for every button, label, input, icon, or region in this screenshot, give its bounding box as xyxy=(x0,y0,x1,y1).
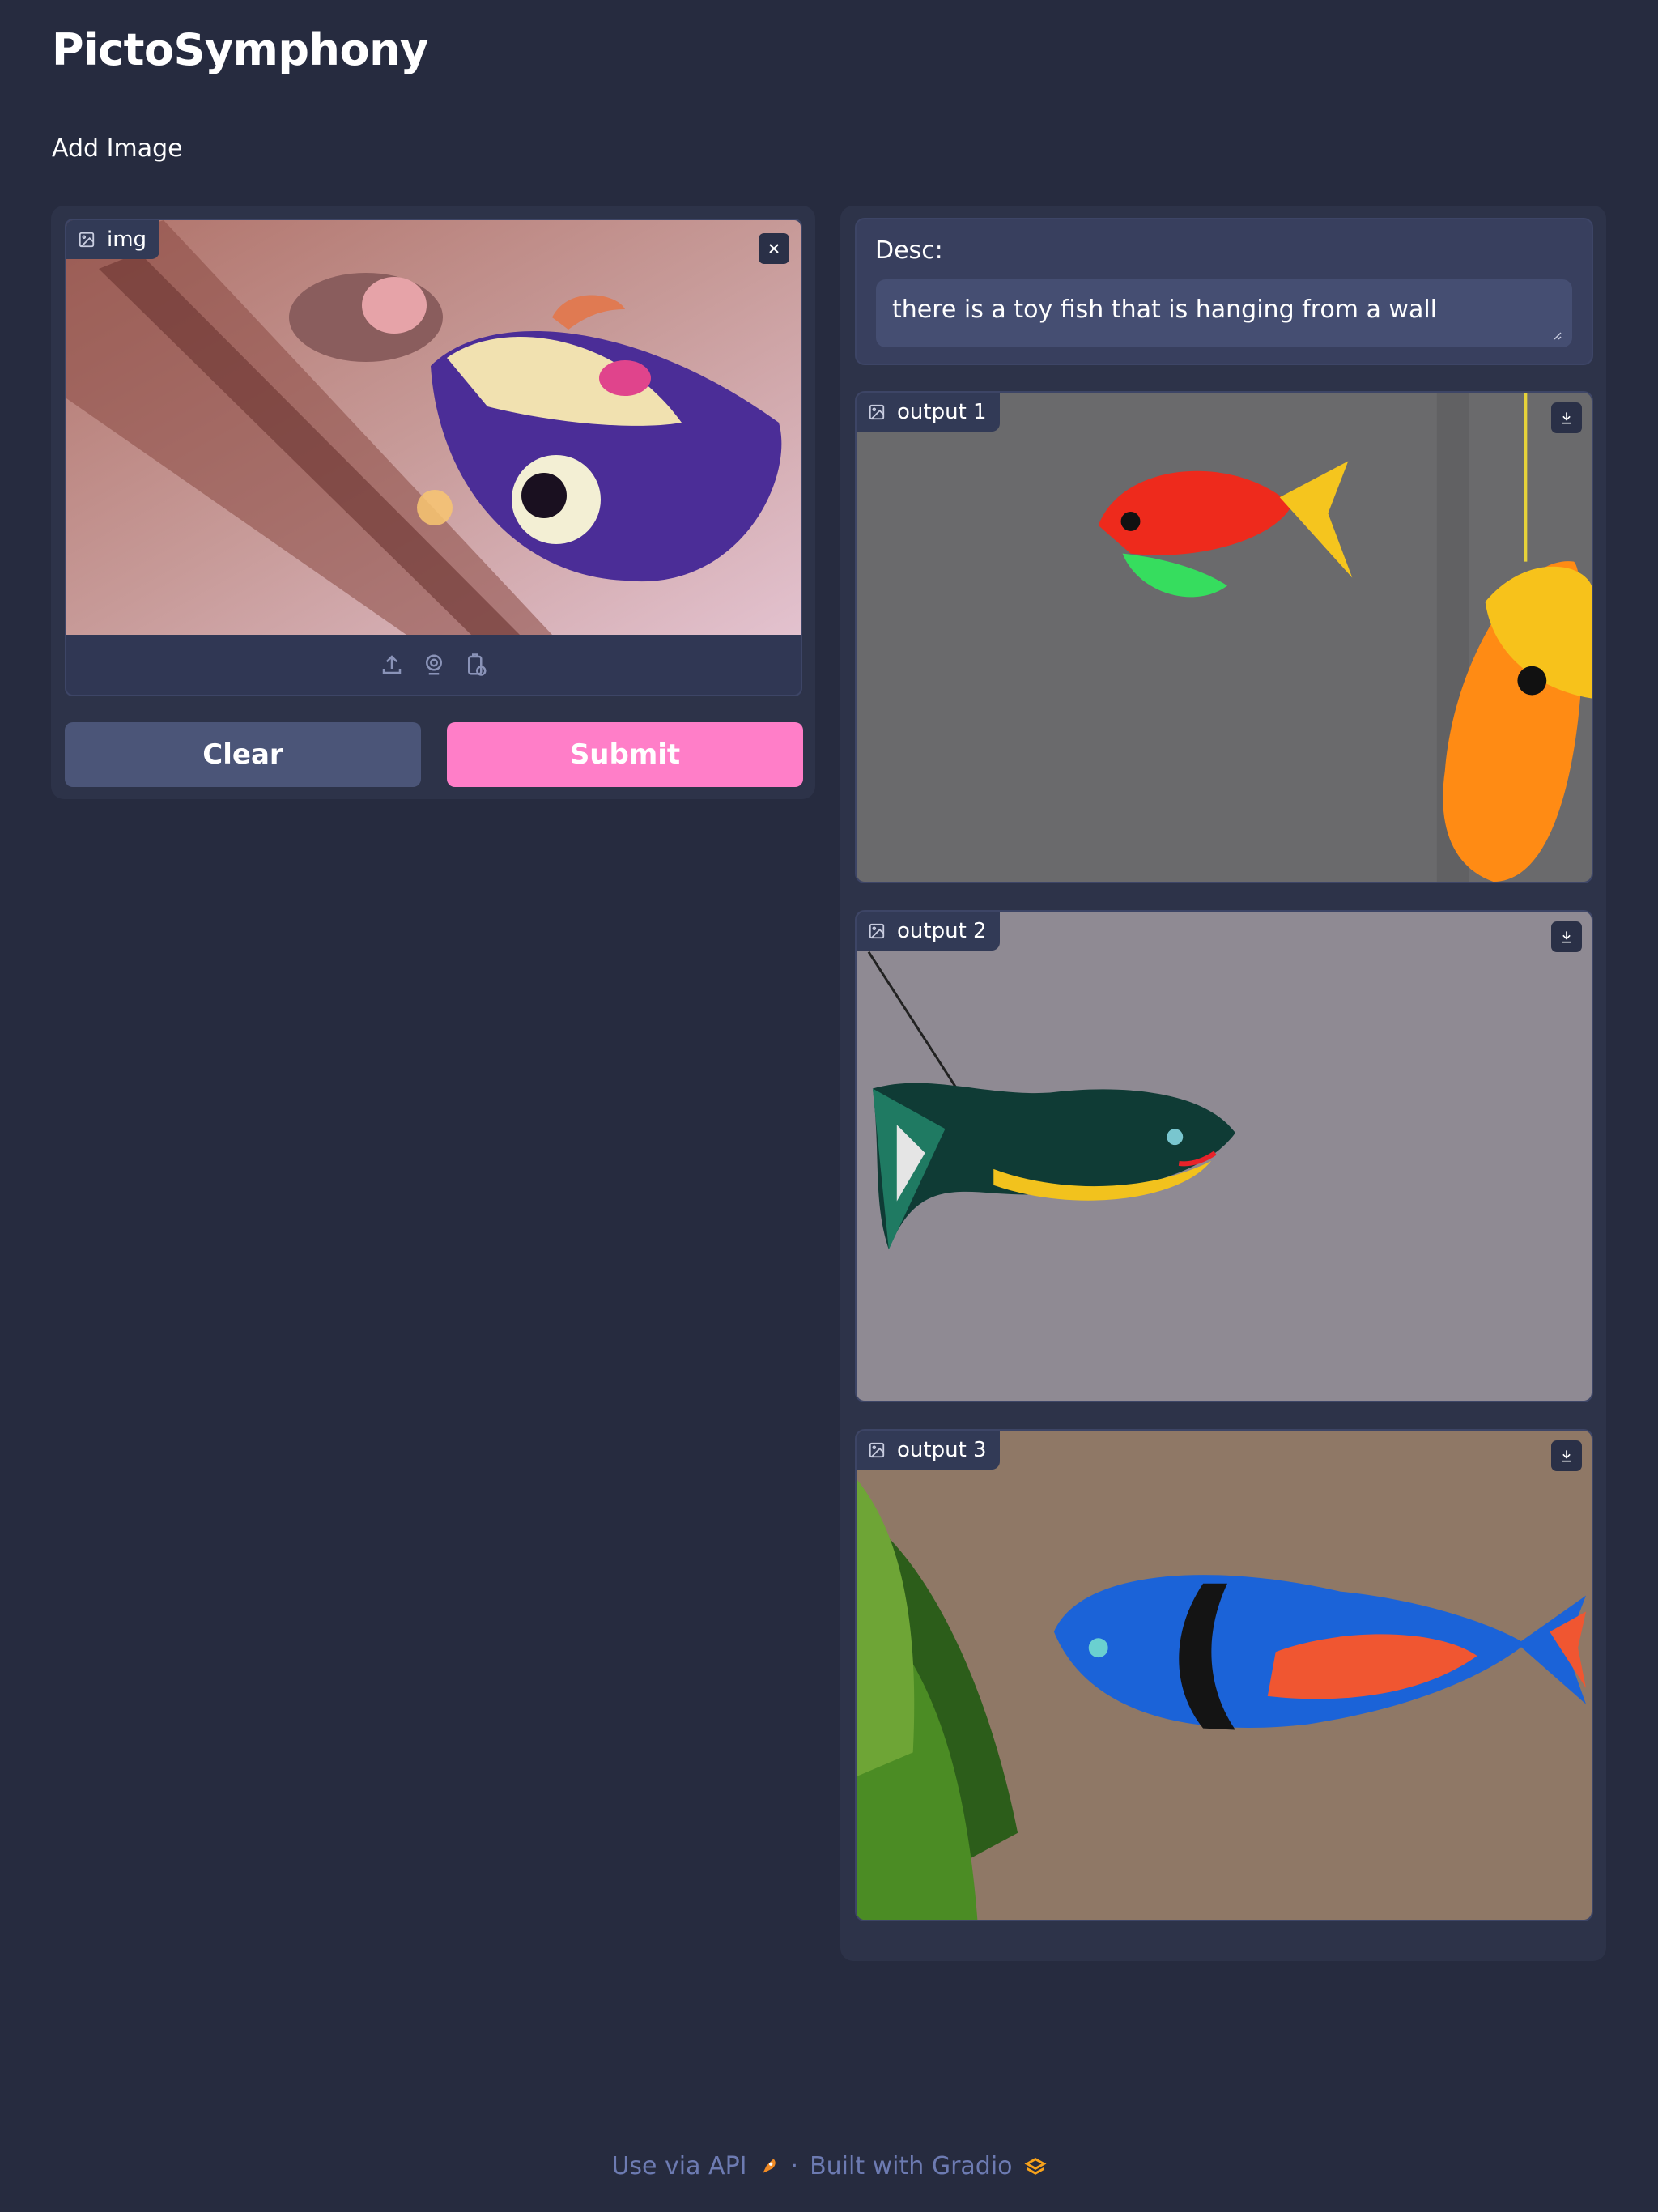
image-label: img xyxy=(107,228,147,252)
output-2-label: output 2 xyxy=(897,919,987,943)
image-label-chip: img xyxy=(66,220,160,259)
output-image-3-picture xyxy=(857,1431,1592,1920)
submit-button[interactable]: Submit xyxy=(447,722,803,787)
download-icon xyxy=(1562,1450,1571,1462)
image-icon xyxy=(869,1442,885,1458)
output-3-label: output 3 xyxy=(897,1438,987,1462)
footer-separator: · xyxy=(790,2152,799,2180)
image-icon xyxy=(869,404,885,420)
gradio-logo-icon xyxy=(1024,2157,1047,2175)
uploaded-image xyxy=(66,220,801,635)
output-image-1: output 1 xyxy=(855,391,1593,883)
app-title: PictoSymphony xyxy=(52,24,428,75)
output-2-label-chip: output 2 xyxy=(857,912,1000,951)
description-value: there is a toy fish that is hanging from… xyxy=(892,296,1438,324)
output-1-label: output 1 xyxy=(897,400,987,424)
upload-icon[interactable] xyxy=(378,651,406,678)
clipboard-icon[interactable] xyxy=(462,651,490,678)
download-output-1-button[interactable] xyxy=(1551,402,1582,433)
output-image-1-picture xyxy=(857,393,1592,882)
description-textarea[interactable]: there is a toy fish that is hanging from… xyxy=(876,279,1572,347)
section-heading: Add Image xyxy=(52,134,183,163)
image-icon xyxy=(869,923,885,939)
output-image-2: output 2 xyxy=(855,910,1593,1402)
built-with-gradio-link[interactable]: Built with Gradio xyxy=(810,2152,1012,2180)
rocket-icon xyxy=(762,2158,776,2173)
clear-button[interactable]: Clear xyxy=(65,722,421,787)
footer: Use via API · Built with Gradio xyxy=(0,2152,1658,2180)
output-1-label-chip: output 1 xyxy=(857,393,1000,432)
download-icon xyxy=(1562,931,1571,943)
download-output-3-button[interactable] xyxy=(1551,1440,1582,1471)
remove-image-button[interactable] xyxy=(759,233,789,264)
download-icon xyxy=(1562,412,1571,424)
webcam-icon[interactable] xyxy=(420,651,448,678)
close-icon xyxy=(769,244,779,253)
output-image-3: output 3 xyxy=(855,1429,1593,1921)
use-via-api-link[interactable]: Use via API xyxy=(611,2152,746,2180)
image-upload-area[interactable]: img xyxy=(65,219,802,696)
description-label: Desc: xyxy=(875,236,943,265)
upload-source-toolbar xyxy=(65,633,802,696)
output-image-2-picture xyxy=(857,912,1592,1401)
resize-handle-icon[interactable] xyxy=(1550,328,1562,341)
image-icon xyxy=(79,232,95,248)
output-3-label-chip: output 3 xyxy=(857,1431,1000,1470)
download-output-2-button[interactable] xyxy=(1551,921,1582,952)
